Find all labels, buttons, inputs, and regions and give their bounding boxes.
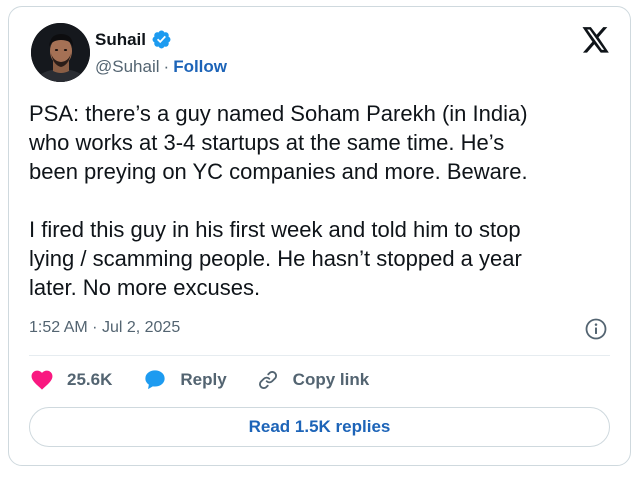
like-count: 25.6K bbox=[67, 370, 113, 389]
heart-icon bbox=[31, 370, 53, 390]
copy-link-label: Copy link bbox=[292, 370, 370, 389]
copy-link-button[interactable]: Copy link bbox=[257, 369, 370, 391]
action-bar: 25.6K Reply Copy link bbox=[31, 369, 369, 391]
author-name-row: Suhail bbox=[95, 29, 172, 50]
author-handle[interactable]: @Suhail bbox=[95, 57, 160, 77]
reply-button[interactable]: Reply bbox=[144, 369, 227, 391]
avatar[interactable] bbox=[31, 23, 90, 82]
avatar-image bbox=[31, 23, 90, 82]
tweet-time: 1:52 AM bbox=[29, 319, 88, 336]
handle-separator: · bbox=[163, 57, 170, 76]
divider bbox=[29, 355, 610, 356]
like-button[interactable]: 25.6K bbox=[31, 370, 112, 390]
speech-bubble-icon bbox=[145, 370, 165, 390]
read-replies-button[interactable]: Read 1.5K replies bbox=[29, 407, 610, 447]
tweet-paragraph: PSA: there’s a guy named Soham Parekh (i… bbox=[29, 101, 528, 184]
tweet-timestamp[interactable]: 1:52 AM · Jul 2, 2025 bbox=[29, 319, 180, 337]
tweet-paragraph: I fired this guy in his first week and t… bbox=[29, 217, 522, 300]
link-icon bbox=[258, 371, 277, 389]
read-replies-label: Read 1.5K replies bbox=[248, 417, 391, 436]
verified-badge-icon bbox=[152, 30, 171, 49]
tweet-date: Jul 2, 2025 bbox=[101, 319, 181, 336]
author-handle-row: @Suhail · Follow bbox=[95, 57, 227, 77]
tweet-text: PSA: there’s a guy named Soham Parekh (i… bbox=[29, 99, 619, 302]
info-icon[interactable] bbox=[584, 317, 608, 341]
author-name[interactable]: Suhail bbox=[95, 30, 146, 50]
follow-button[interactable]: Follow bbox=[173, 57, 227, 77]
tweet-card: Suhail @Suhail · Follow PSA: there’s a g… bbox=[8, 6, 631, 466]
x-logo-icon[interactable] bbox=[582, 27, 610, 53]
reply-label: Reply bbox=[180, 370, 227, 389]
timestamp-separator: · bbox=[92, 319, 98, 336]
